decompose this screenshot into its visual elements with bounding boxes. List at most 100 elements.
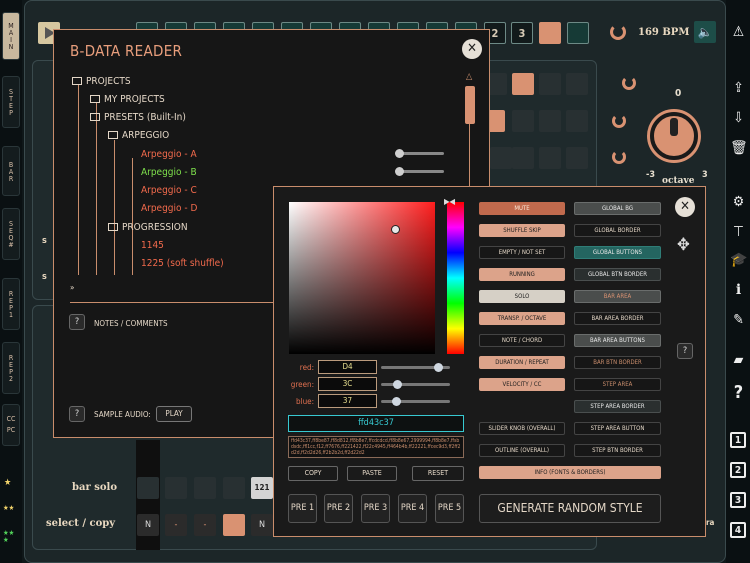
tab-cc-pc[interactable]: CC PC bbox=[2, 404, 20, 446]
slot-3-icon[interactable]: 3 bbox=[730, 492, 746, 508]
play-button[interactable]: PLAY bbox=[156, 406, 192, 422]
generate-random-style-button[interactable]: GENERATE RANDOM STYLE bbox=[479, 494, 661, 523]
tree-arpeggio[interactable]: ARPEGGIO bbox=[108, 130, 169, 141]
grid-cell-121[interactable]: 121 bbox=[251, 477, 273, 499]
tree-1225[interactable]: 1225 (soft shuffle) bbox=[141, 258, 224, 269]
grid-cell[interactable] bbox=[539, 110, 561, 132]
grid-cell-dash[interactable]: - bbox=[194, 514, 216, 536]
hierarchy-icon[interactable]: ⊤ bbox=[730, 224, 747, 241]
slot-2-icon[interactable]: 2 bbox=[730, 462, 746, 478]
download-icon[interactable]: ⇩ bbox=[730, 110, 747, 127]
style-velocity-cc[interactable]: VELOCITY / CC bbox=[479, 378, 565, 391]
grid-cell[interactable] bbox=[539, 147, 561, 169]
style-info[interactable]: INFO (FONTS & BORDERS) bbox=[479, 466, 661, 479]
style-global-bg[interactable]: GLOBAL BG bbox=[574, 202, 661, 215]
tree-arpeggio-d[interactable]: Arpeggio - D bbox=[141, 203, 197, 214]
grid-cell[interactable] bbox=[566, 73, 588, 95]
style-bar-area-border[interactable]: BAR AREA BORDER bbox=[574, 312, 661, 325]
tree-arpeggio-c[interactable]: Arpeggio - C bbox=[141, 185, 197, 196]
slot-4-icon[interactable]: 4 bbox=[730, 522, 746, 538]
paint-icon[interactable]: ✎ bbox=[730, 312, 747, 329]
tab-rep2[interactable]: REP2 bbox=[2, 342, 20, 394]
grid-cell-n[interactable]: N bbox=[251, 514, 273, 536]
style-bar-area[interactable]: BAR AREA bbox=[574, 290, 661, 303]
preset-3-button[interactable]: PRE 3 bbox=[361, 494, 390, 523]
blue-slider-knob[interactable] bbox=[391, 397, 401, 406]
scroll-up-icon[interactable]: △ bbox=[466, 72, 472, 82]
warning-icon[interactable]: ⚠ bbox=[730, 24, 747, 41]
style-slider-knob[interactable]: SLIDER KNOB (OVERALL) bbox=[479, 422, 565, 435]
grid-cell[interactable] bbox=[512, 147, 534, 169]
green-slider-knob[interactable] bbox=[393, 380, 403, 389]
scrollbar-thumb[interactable] bbox=[465, 86, 475, 124]
green-field[interactable]: 3C bbox=[318, 377, 377, 391]
tab-main[interactable]: MAIN bbox=[2, 12, 20, 60]
style-mute[interactable]: MUTE bbox=[479, 202, 565, 215]
style-running[interactable]: RUNNING bbox=[479, 268, 565, 281]
preset-4-button[interactable]: PRE 4 bbox=[398, 494, 427, 523]
tempo-knob-icon[interactable] bbox=[610, 24, 626, 40]
eraser-icon[interactable]: ▰ bbox=[730, 352, 747, 369]
bar-number-3[interactable]: 3 bbox=[511, 22, 533, 44]
tab-seq[interactable]: SEQ# bbox=[2, 208, 20, 260]
style-empty[interactable]: EMPTY / NOT SET bbox=[479, 246, 565, 259]
style-global-buttons[interactable]: GLOBAL BUTTONS bbox=[574, 246, 661, 259]
grid-cell-n[interactable]: N bbox=[137, 514, 159, 536]
small-knob-icon[interactable] bbox=[612, 150, 626, 164]
preset-1-button[interactable]: PRE 1 bbox=[288, 494, 317, 523]
small-knob-icon[interactable] bbox=[612, 114, 626, 128]
octave-knob[interactable] bbox=[650, 112, 698, 160]
grid-cell[interactable] bbox=[566, 110, 588, 132]
red-field[interactable]: D4 bbox=[318, 360, 377, 374]
grid-cell[interactable] bbox=[512, 73, 534, 95]
small-knob-icon[interactable] bbox=[622, 76, 636, 90]
green-slider[interactable] bbox=[381, 380, 450, 389]
help-icon[interactable]: ? bbox=[730, 384, 747, 402]
grid-cell[interactable] bbox=[490, 147, 512, 169]
style-step-area[interactable]: STEP AREA bbox=[574, 378, 661, 391]
grid-cell[interactable] bbox=[539, 73, 561, 95]
paste-button[interactable]: PASTE bbox=[347, 466, 397, 481]
picker-close-icon[interactable]: ✕ bbox=[675, 197, 695, 217]
style-global-border[interactable]: GLOBAL BORDER bbox=[574, 224, 661, 237]
trash-icon[interactable]: 🗑 bbox=[730, 140, 748, 157]
star-three-icon[interactable]: ★★ ★ bbox=[3, 530, 14, 544]
bar-square[interactable] bbox=[567, 22, 589, 44]
grid-cell[interactable] bbox=[223, 514, 245, 536]
tree-1145[interactable]: 1145 bbox=[141, 240, 164, 251]
reset-button[interactable]: RESET bbox=[412, 466, 464, 481]
star-two-icon[interactable]: ★★ bbox=[3, 504, 14, 512]
volume-slider[interactable] bbox=[395, 167, 444, 176]
tree-more[interactable]: » bbox=[70, 283, 74, 292]
tab-rep1[interactable]: REP1 bbox=[2, 278, 20, 330]
tab-bar[interactable]: BAR bbox=[2, 146, 20, 196]
grid-cell[interactable] bbox=[165, 477, 187, 499]
style-note-chord[interactable]: NOTE / CHORD bbox=[479, 334, 565, 347]
style-string-field[interactable]: ffd43c37,ff8be87,ff8d812,ff8b8e7,ffcdcdc… bbox=[288, 436, 464, 458]
style-step-btn-border[interactable]: STEP BTN BORDER bbox=[574, 444, 661, 457]
style-global-btn-border[interactable]: GLOBAL BTN BORDER bbox=[574, 268, 661, 281]
style-step-area-border[interactable]: STEP AREA BORDER bbox=[574, 400, 661, 413]
gear-icon[interactable]: ⚙ bbox=[730, 194, 747, 211]
style-step-area-button[interactable]: STEP AREA BUTTON bbox=[574, 422, 661, 435]
style-shuffle-skip[interactable]: SHUFFLE SKIP bbox=[479, 224, 565, 237]
grid-cell[interactable] bbox=[512, 110, 534, 132]
tree-progression[interactable]: PROGRESSION bbox=[108, 222, 188, 233]
red-slider[interactable] bbox=[381, 363, 450, 372]
graduation-icon[interactable]: 🎓 bbox=[730, 252, 747, 269]
grid-cell[interactable] bbox=[223, 477, 245, 499]
reader-close-icon[interactable]: ✕ bbox=[462, 39, 482, 59]
volume-icon[interactable]: 🔈 bbox=[694, 21, 716, 43]
style-bar-btn-border[interactable]: BAR BTN BORDER bbox=[574, 356, 661, 369]
picker-help-button[interactable]: ? bbox=[677, 343, 693, 359]
tree-projects[interactable]: PROJECTS bbox=[72, 76, 131, 87]
saturation-value-field[interactable] bbox=[289, 202, 435, 354]
tree-presets[interactable]: PRESETS (Built-In) bbox=[90, 112, 186, 123]
tree-arpeggio-b[interactable]: Arpeggio - B bbox=[141, 167, 197, 178]
bpm-display[interactable]: 169 BPM bbox=[638, 27, 689, 38]
red-slider-knob[interactable] bbox=[433, 363, 443, 372]
copy-button[interactable]: COPY bbox=[288, 466, 338, 481]
grid-cell[interactable] bbox=[566, 147, 588, 169]
style-solo[interactable]: SOLO bbox=[479, 290, 565, 303]
grid-cell[interactable] bbox=[194, 477, 216, 499]
